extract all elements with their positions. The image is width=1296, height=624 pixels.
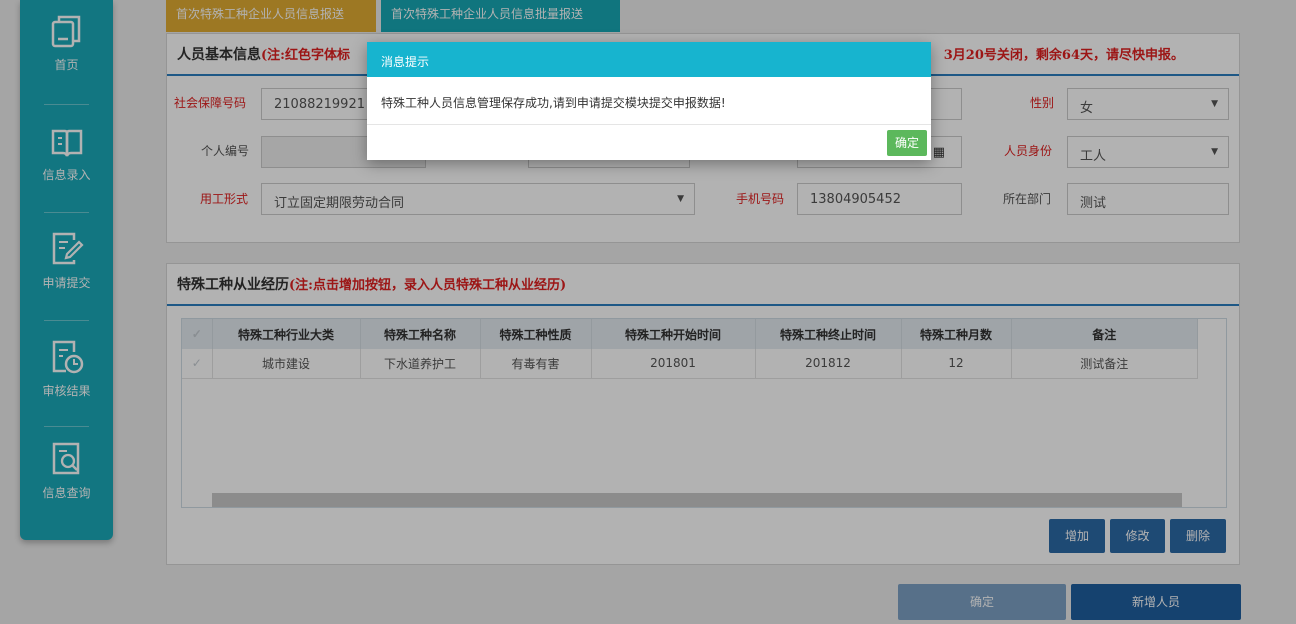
dialog-ok-button[interactable]: 确定 bbox=[887, 130, 927, 156]
dialog-message: 特殊工种人员信息管理保存成功,请到申请提交模块提交申报数据! bbox=[367, 77, 931, 125]
message-dialog: 消息提示 特殊工种人员信息管理保存成功,请到申请提交模块提交申报数据! 确定 bbox=[367, 42, 931, 160]
dialog-title: 消息提示 bbox=[367, 42, 931, 77]
